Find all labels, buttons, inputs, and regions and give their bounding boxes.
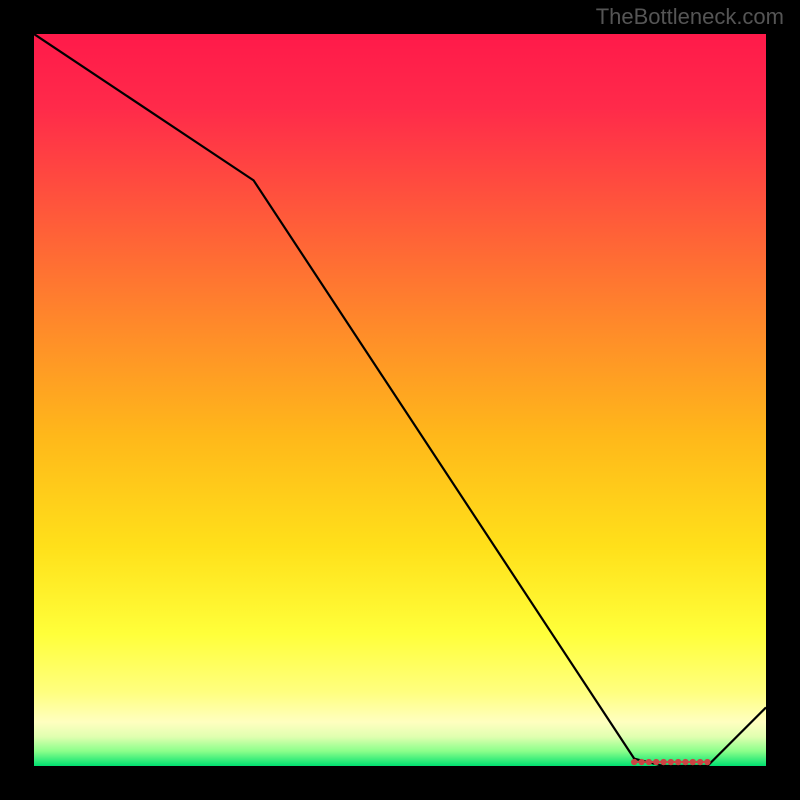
watermark-text: TheBottleneck.com xyxy=(596,4,784,30)
chart-marker-dot xyxy=(668,759,674,765)
chart-marker-dot xyxy=(660,759,666,765)
chart-marker-dot xyxy=(682,759,688,765)
chart-marker-dot xyxy=(653,759,659,765)
chart-curve-line xyxy=(34,34,766,766)
chart-marker-dot xyxy=(631,759,637,765)
chart-plot-area xyxy=(32,32,768,768)
chart-markers-group xyxy=(631,759,711,765)
chart-marker-dot xyxy=(675,759,681,765)
chart-marker-dot xyxy=(690,759,696,765)
chart-marker-dot xyxy=(638,759,644,765)
chart-marker-dot xyxy=(704,759,710,765)
chart-marker-dot xyxy=(646,759,652,765)
chart-svg xyxy=(34,34,766,766)
chart-marker-dot xyxy=(697,759,703,765)
